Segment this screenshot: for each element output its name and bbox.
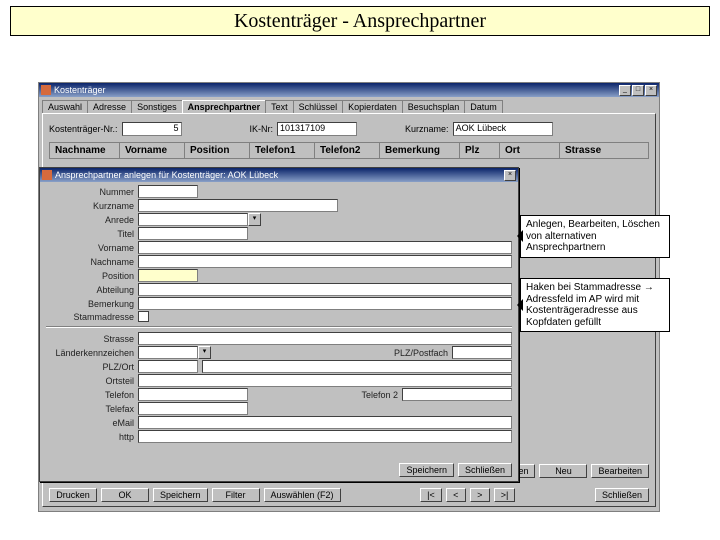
lbl-lkz: Länderkennzeichen — [46, 348, 138, 358]
col-position[interactable]: Position — [185, 143, 250, 158]
tab-schluessel[interactable]: Schlüssel — [293, 100, 344, 113]
lbl-http: http — [46, 432, 138, 442]
nav-prev-button[interactable]: < — [446, 488, 466, 502]
dialog-icon — [42, 170, 52, 180]
input-plz[interactable] — [138, 360, 198, 373]
lbl-telefon: Telefon — [46, 390, 138, 400]
nr-label: Kostenträger-Nr.: — [49, 124, 118, 134]
tab-kopierdaten[interactable]: Kopierdaten — [342, 100, 403, 113]
lbl-plzpost: PLZ/Postfach — [394, 348, 452, 358]
dialog-close-button[interactable]: × — [504, 170, 516, 181]
close-button[interactable]: × — [645, 85, 657, 96]
col-ort[interactable]: Ort — [500, 143, 560, 158]
lbl-kurzname: Kurzname — [46, 201, 138, 211]
lbl-nachname: Nachname — [46, 257, 138, 267]
callout-1: Anlegen, Bearbeiten, Löschen von alterna… — [520, 215, 670, 258]
tab-text[interactable]: Text — [265, 100, 294, 113]
lbl-ortsteil: Ortsteil — [46, 376, 138, 386]
input-telefax[interactable] — [138, 402, 248, 415]
input-vorname[interactable] — [138, 241, 512, 254]
tab-ansprechpartner[interactable]: Ansprechpartner — [182, 100, 267, 113]
input-lkz[interactable] — [138, 346, 198, 359]
lbl-titel: Titel — [46, 229, 138, 239]
maximize-button[interactable]: □ — [632, 85, 644, 96]
nav-last-button[interactable]: >| — [494, 488, 516, 502]
slide-title: Kostenträger - Ansprechpartner — [10, 6, 710, 36]
table-header: Nachname Vorname Position Telefon1 Telef… — [49, 142, 649, 159]
drucken-button[interactable]: Drucken — [49, 488, 97, 502]
schliessen-button[interactable]: Schließen — [595, 488, 649, 502]
ik-field[interactable]: 101317109 — [277, 122, 357, 136]
window-button-bar: Drucken OK Speichern Filter Auswählen (F… — [49, 488, 649, 502]
input-ort[interactable] — [202, 360, 512, 373]
input-titel[interactable] — [138, 227, 248, 240]
ok-button[interactable]: OK — [101, 488, 149, 502]
lbl-stammadresse: Stammadresse — [46, 312, 138, 322]
callout-2: Haken bei Stammadresse → Adressfeld im A… — [520, 278, 670, 332]
input-nummer[interactable] — [138, 185, 198, 198]
input-telefon2[interactable] — [402, 388, 512, 401]
main-window-title: Kostenträger — [54, 85, 106, 95]
dialog-speichern-button[interactable]: Speichern — [399, 463, 454, 477]
input-anrede[interactable] — [138, 213, 248, 226]
header-fields: Kostenträger-Nr.: 5 IK-Nr: 101317109 Kur… — [49, 122, 649, 136]
list-neu-button[interactable]: Neu — [539, 464, 587, 478]
auswaehlen-button[interactable]: Auswählen (F2) — [264, 488, 341, 502]
lbl-vorname: Vorname — [46, 243, 138, 253]
dialog-titlebar: Ansprechpartner anlegen für Kostenträger… — [40, 168, 518, 182]
kurz-label: Kurzname: — [405, 124, 449, 134]
col-telefon1[interactable]: Telefon1 — [250, 143, 315, 158]
tab-bar: Auswahl Adresse Sonstiges Ansprechpartne… — [42, 100, 656, 113]
ik-label: IK-Nr: — [250, 124, 274, 134]
nr-field[interactable]: 5 — [122, 122, 182, 136]
input-position[interactable] — [138, 269, 198, 282]
lbl-email: eMail — [46, 418, 138, 428]
input-http[interactable] — [138, 430, 512, 443]
main-titlebar: Kostenträger _ □ × — [39, 83, 659, 97]
input-strasse[interactable] — [138, 332, 512, 345]
filter-button[interactable]: Filter — [212, 488, 260, 502]
ansprechpartner-dialog: Ansprechpartner anlegen für Kostenträger… — [39, 167, 519, 482]
col-bemerkung[interactable]: Bemerkung — [380, 143, 460, 158]
lbl-telefax: Telefax — [46, 404, 138, 414]
anrede-dropdown-icon[interactable]: ▾ — [248, 213, 261, 226]
tab-datum[interactable]: Datum — [464, 100, 503, 113]
nav-next-button[interactable]: > — [470, 488, 490, 502]
input-kurzname[interactable] — [138, 199, 338, 212]
input-ortsteil[interactable] — [138, 374, 512, 387]
col-strasse[interactable]: Strasse — [560, 143, 648, 158]
lbl-strasse: Strasse — [46, 334, 138, 344]
lkz-dropdown-icon[interactable]: ▾ — [198, 346, 211, 359]
col-nachname[interactable]: Nachname — [50, 143, 120, 158]
tab-auswahl[interactable]: Auswahl — [42, 100, 88, 113]
list-bearbeiten-button[interactable]: Bearbeiten — [591, 464, 649, 478]
input-email[interactable] — [138, 416, 512, 429]
input-plzpost[interactable] — [452, 346, 512, 359]
lbl-position: Position — [46, 271, 138, 281]
tab-sonstiges[interactable]: Sonstiges — [131, 100, 183, 113]
input-bemerkung[interactable] — [138, 297, 512, 310]
input-telefon[interactable] — [138, 388, 248, 401]
minimize-button[interactable]: _ — [619, 85, 631, 96]
lbl-plzort: PLZ/Ort — [46, 362, 138, 372]
dialog-title: Ansprechpartner anlegen für Kostenträger… — [55, 170, 278, 180]
col-vorname[interactable]: Vorname — [120, 143, 185, 158]
kurz-field[interactable]: AOK Lübeck — [453, 122, 553, 136]
checkbox-stammadresse[interactable] — [138, 311, 149, 322]
tab-besuchsplan[interactable]: Besuchsplan — [402, 100, 466, 113]
speichern-button[interactable]: Speichern — [153, 488, 208, 502]
dialog-schliessen-button[interactable]: Schließen — [458, 463, 512, 477]
lbl-abteilung: Abteilung — [46, 285, 138, 295]
nav-first-button[interactable]: |< — [420, 488, 442, 502]
lbl-anrede: Anrede — [46, 215, 138, 225]
col-telefon2[interactable]: Telefon2 — [315, 143, 380, 158]
input-abteilung[interactable] — [138, 283, 512, 296]
lbl-nummer: Nummer — [46, 187, 138, 197]
lbl-bemerkung: Bemerkung — [46, 299, 138, 309]
col-plz[interactable]: Plz — [460, 143, 500, 158]
tab-adresse[interactable]: Adresse — [87, 100, 132, 113]
app-icon — [41, 85, 51, 95]
input-nachname[interactable] — [138, 255, 512, 268]
lbl-telefon2: Telefon 2 — [361, 390, 402, 400]
